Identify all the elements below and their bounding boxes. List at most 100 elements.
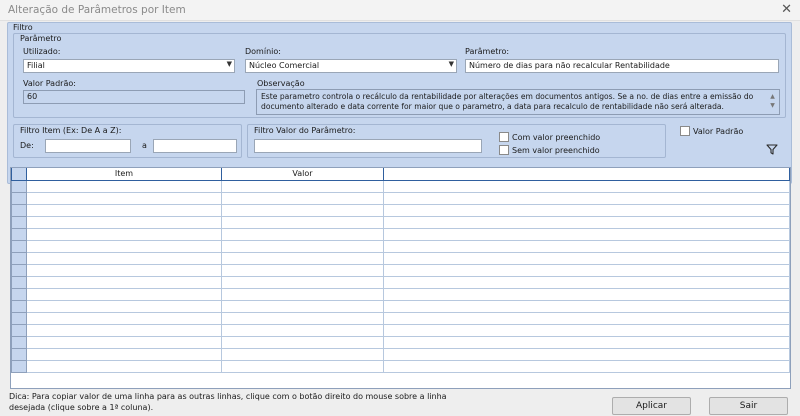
table-cell[interactable] <box>221 275 384 289</box>
close-icon[interactable]: ✕ <box>781 2 792 17</box>
valor-padrao-checkbox[interactable] <box>680 126 690 136</box>
table-cell[interactable] <box>221 191 384 205</box>
table-row[interactable] <box>11 251 790 265</box>
utilizado-select[interactable]: Filial ▼ <box>23 59 235 73</box>
table-cell[interactable] <box>221 215 384 229</box>
table-cell[interactable] <box>383 263 790 277</box>
table-cell[interactable] <box>26 179 222 193</box>
observacao-scrollbar[interactable]: ▲ ▼ <box>768 92 777 110</box>
table-cell[interactable] <box>383 203 790 217</box>
table-cell[interactable] <box>26 215 222 229</box>
table-cell[interactable] <box>383 179 790 193</box>
table-cell[interactable] <box>26 263 222 277</box>
table-row[interactable] <box>11 335 790 349</box>
table-cell[interactable] <box>221 323 384 337</box>
table-cell[interactable] <box>26 359 222 373</box>
table-cell[interactable] <box>26 323 222 337</box>
table-cell[interactable] <box>26 335 222 349</box>
table-cell[interactable] <box>26 191 222 205</box>
row-header-cell[interactable] <box>11 215 27 229</box>
table-row[interactable] <box>11 359 790 373</box>
table-cell[interactable] <box>26 299 222 313</box>
table-cell[interactable] <box>221 227 384 241</box>
row-header-cell[interactable] <box>11 239 27 253</box>
table-cell[interactable] <box>26 227 222 241</box>
table-row[interactable] <box>11 179 790 193</box>
table-row[interactable] <box>11 203 790 217</box>
row-header-cell[interactable] <box>11 191 27 205</box>
table-cell[interactable] <box>383 323 790 337</box>
table-row[interactable] <box>11 299 790 313</box>
table-cell[interactable] <box>221 347 384 361</box>
table-cell[interactable] <box>221 263 384 277</box>
filter-icon[interactable] <box>766 144 778 155</box>
table-row[interactable] <box>11 287 790 301</box>
table-cell[interactable] <box>26 275 222 289</box>
table-cell[interactable] <box>26 347 222 361</box>
table-cell[interactable] <box>383 359 790 373</box>
table-cell[interactable] <box>383 275 790 289</box>
row-header-cell[interactable] <box>11 359 27 373</box>
table-cell[interactable] <box>383 347 790 361</box>
de-input[interactable] <box>45 139 131 153</box>
table-cell[interactable] <box>383 215 790 229</box>
table-row[interactable] <box>11 323 790 337</box>
table-row[interactable] <box>11 215 790 229</box>
column-header-item[interactable]: Item <box>26 168 222 181</box>
row-header-cell[interactable] <box>11 203 27 217</box>
row-header-cell[interactable] <box>11 179 27 193</box>
row-header-cell[interactable] <box>11 275 27 289</box>
table-cell[interactable] <box>221 299 384 313</box>
scroll-down-icon[interactable]: ▼ <box>768 101 777 110</box>
row-header-cell[interactable] <box>11 251 27 265</box>
row-header-cell[interactable] <box>11 227 27 241</box>
table-cell[interactable] <box>221 335 384 349</box>
table-cell[interactable] <box>26 203 222 217</box>
table-row[interactable] <box>11 347 790 361</box>
sem-valor-checkbox[interactable] <box>499 145 509 155</box>
observacao-textarea[interactable]: Este parametro controla o recálculo da r… <box>256 89 780 115</box>
table-cell[interactable] <box>221 203 384 217</box>
table-cell[interactable] <box>383 227 790 241</box>
table-cell[interactable] <box>221 359 384 373</box>
column-header-valor[interactable]: Valor <box>221 168 384 181</box>
com-valor-checkbox[interactable] <box>499 132 509 142</box>
row-header-cell[interactable] <box>11 335 27 349</box>
table-cell[interactable] <box>383 239 790 253</box>
items-grid[interactable]: Item Valor <box>10 167 791 389</box>
table-cell[interactable] <box>221 287 384 301</box>
table-cell[interactable] <box>26 311 222 325</box>
a-input[interactable] <box>153 139 237 153</box>
table-cell[interactable] <box>26 251 222 265</box>
table-cell[interactable] <box>221 239 384 253</box>
table-cell[interactable] <box>26 287 222 301</box>
table-row[interactable] <box>11 311 790 325</box>
table-cell[interactable] <box>221 179 384 193</box>
table-row[interactable] <box>11 275 790 289</box>
table-cell[interactable] <box>26 239 222 253</box>
table-row[interactable] <box>11 227 790 241</box>
table-cell[interactable] <box>383 191 790 205</box>
table-cell[interactable] <box>383 335 790 349</box>
table-row[interactable] <box>11 239 790 253</box>
row-header-cell[interactable] <box>11 299 27 313</box>
scroll-up-icon[interactable]: ▲ <box>768 92 777 101</box>
parametro-field[interactable]: Número de dias para não recalcular Renta… <box>465 59 779 73</box>
exit-button[interactable]: Sair <box>709 397 788 415</box>
row-header-cell[interactable] <box>11 311 27 325</box>
apply-button[interactable]: Aplicar <box>612 397 691 415</box>
table-row[interactable] <box>11 191 790 205</box>
table-cell[interactable] <box>221 251 384 265</box>
row-header-cell[interactable] <box>11 323 27 337</box>
row-header-cell[interactable] <box>11 347 27 361</box>
row-header-cell[interactable] <box>11 287 27 301</box>
filtro-valor-input[interactable] <box>254 139 482 153</box>
table-cell[interactable] <box>383 311 790 325</box>
table-cell[interactable] <box>383 299 790 313</box>
row-header-cell[interactable] <box>11 263 27 277</box>
table-cell[interactable] <box>383 287 790 301</box>
table-row[interactable] <box>11 263 790 277</box>
table-cell[interactable] <box>383 251 790 265</box>
table-cell[interactable] <box>221 311 384 325</box>
dominio-select[interactable]: Núcleo Comercial ▼ <box>245 59 457 73</box>
